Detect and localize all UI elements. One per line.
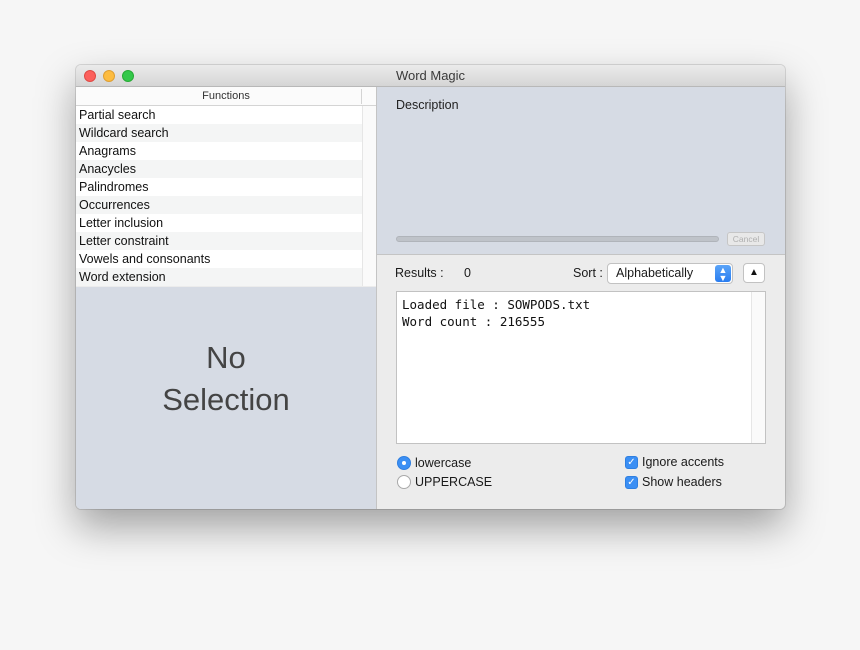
column-separator bbox=[361, 89, 362, 104]
description-panel: Description Cancel bbox=[377, 87, 785, 255]
function-item-wildcard-search[interactable]: Wildcard search bbox=[76, 124, 362, 142]
output-scrollbar[interactable] bbox=[751, 292, 765, 443]
radio-uppercase-label: UPPERCASE bbox=[415, 475, 493, 489]
zoom-window-button[interactable] bbox=[122, 70, 134, 82]
function-item-letter-inclusion[interactable]: Letter inclusion bbox=[76, 214, 362, 232]
no-selection-line-2: Selection bbox=[162, 382, 290, 417]
app-window: Word Magic Functions Partial search Wild… bbox=[76, 65, 785, 509]
description-label: Description bbox=[396, 98, 459, 112]
minimize-window-button[interactable] bbox=[103, 70, 115, 82]
radio-lowercase-label: lowercase bbox=[415, 456, 472, 470]
sort-select-value: Alphabetically bbox=[616, 266, 694, 280]
functions-pane: Functions Partial search Wildcard search… bbox=[76, 87, 376, 509]
title-bar: Word Magic bbox=[76, 65, 785, 87]
triangle-up-icon: ▲ bbox=[749, 267, 759, 278]
radio-lowercase[interactable]: lowercase bbox=[397, 455, 471, 471]
radio-button-selected[interactable] bbox=[397, 456, 411, 470]
sort-direction-button[interactable]: ▲ bbox=[743, 263, 765, 283]
ignore-accents-label: Ignore accents bbox=[642, 455, 724, 469]
function-item-partial-search[interactable]: Partial search bbox=[76, 106, 362, 124]
show-headers-label: Show headers bbox=[642, 475, 722, 489]
checkbox-show-headers[interactable]: ✓ Show headers bbox=[625, 474, 722, 490]
radio-uppercase[interactable]: UPPERCASE bbox=[397, 474, 492, 490]
progress-bar bbox=[396, 236, 719, 242]
output-line-word-count: Word count : 216555 bbox=[402, 314, 545, 329]
radio-button-unselected[interactable] bbox=[397, 475, 411, 489]
up-down-arrows-icon: ▲ ▼ bbox=[715, 265, 731, 283]
functions-header-label: Functions bbox=[202, 90, 250, 102]
output-line-loaded-file: Loaded file : SOWPODS.txt bbox=[402, 297, 591, 312]
checkbox-ignore-accents[interactable]: ✓ Ignore accents bbox=[625, 454, 724, 470]
function-item-palindromes[interactable]: Palindromes bbox=[76, 178, 362, 196]
no-selection-panel: No Selection bbox=[76, 287, 376, 509]
cancel-button[interactable]: Cancel bbox=[727, 232, 765, 246]
function-item-word-extension[interactable]: Word extension bbox=[76, 268, 362, 286]
functions-column-header[interactable]: Functions bbox=[76, 87, 376, 106]
sort-select[interactable]: Alphabetically ▲ ▼ bbox=[607, 263, 733, 284]
window-title: Word Magic bbox=[395, 68, 466, 83]
function-item-occurrences[interactable]: Occurrences bbox=[76, 196, 362, 214]
sort-label: Sort : bbox=[573, 266, 603, 280]
output-text-area[interactable]: Loaded file : SOWPODS.txt Word count : 2… bbox=[396, 291, 766, 444]
function-item-anacycles[interactable]: Anacycles bbox=[76, 160, 362, 178]
function-item-letter-constraint[interactable]: Letter constraint bbox=[76, 232, 362, 250]
close-window-button[interactable] bbox=[84, 70, 96, 82]
functions-scrollbar[interactable] bbox=[362, 106, 376, 286]
checkmark-icon[interactable]: ✓ bbox=[625, 475, 638, 489]
results-label: Results : bbox=[395, 266, 444, 280]
no-selection-text: No Selection bbox=[76, 337, 376, 421]
function-item-anagrams[interactable]: Anagrams bbox=[76, 142, 362, 160]
checkmark-icon[interactable]: ✓ bbox=[625, 455, 638, 469]
no-selection-line-1: No bbox=[206, 340, 246, 375]
results-count: 0 bbox=[464, 266, 471, 280]
functions-list: Partial search Wildcard search Anagrams … bbox=[76, 106, 376, 286]
function-item-vowels-and-consonants[interactable]: Vowels and consonants bbox=[76, 250, 362, 268]
